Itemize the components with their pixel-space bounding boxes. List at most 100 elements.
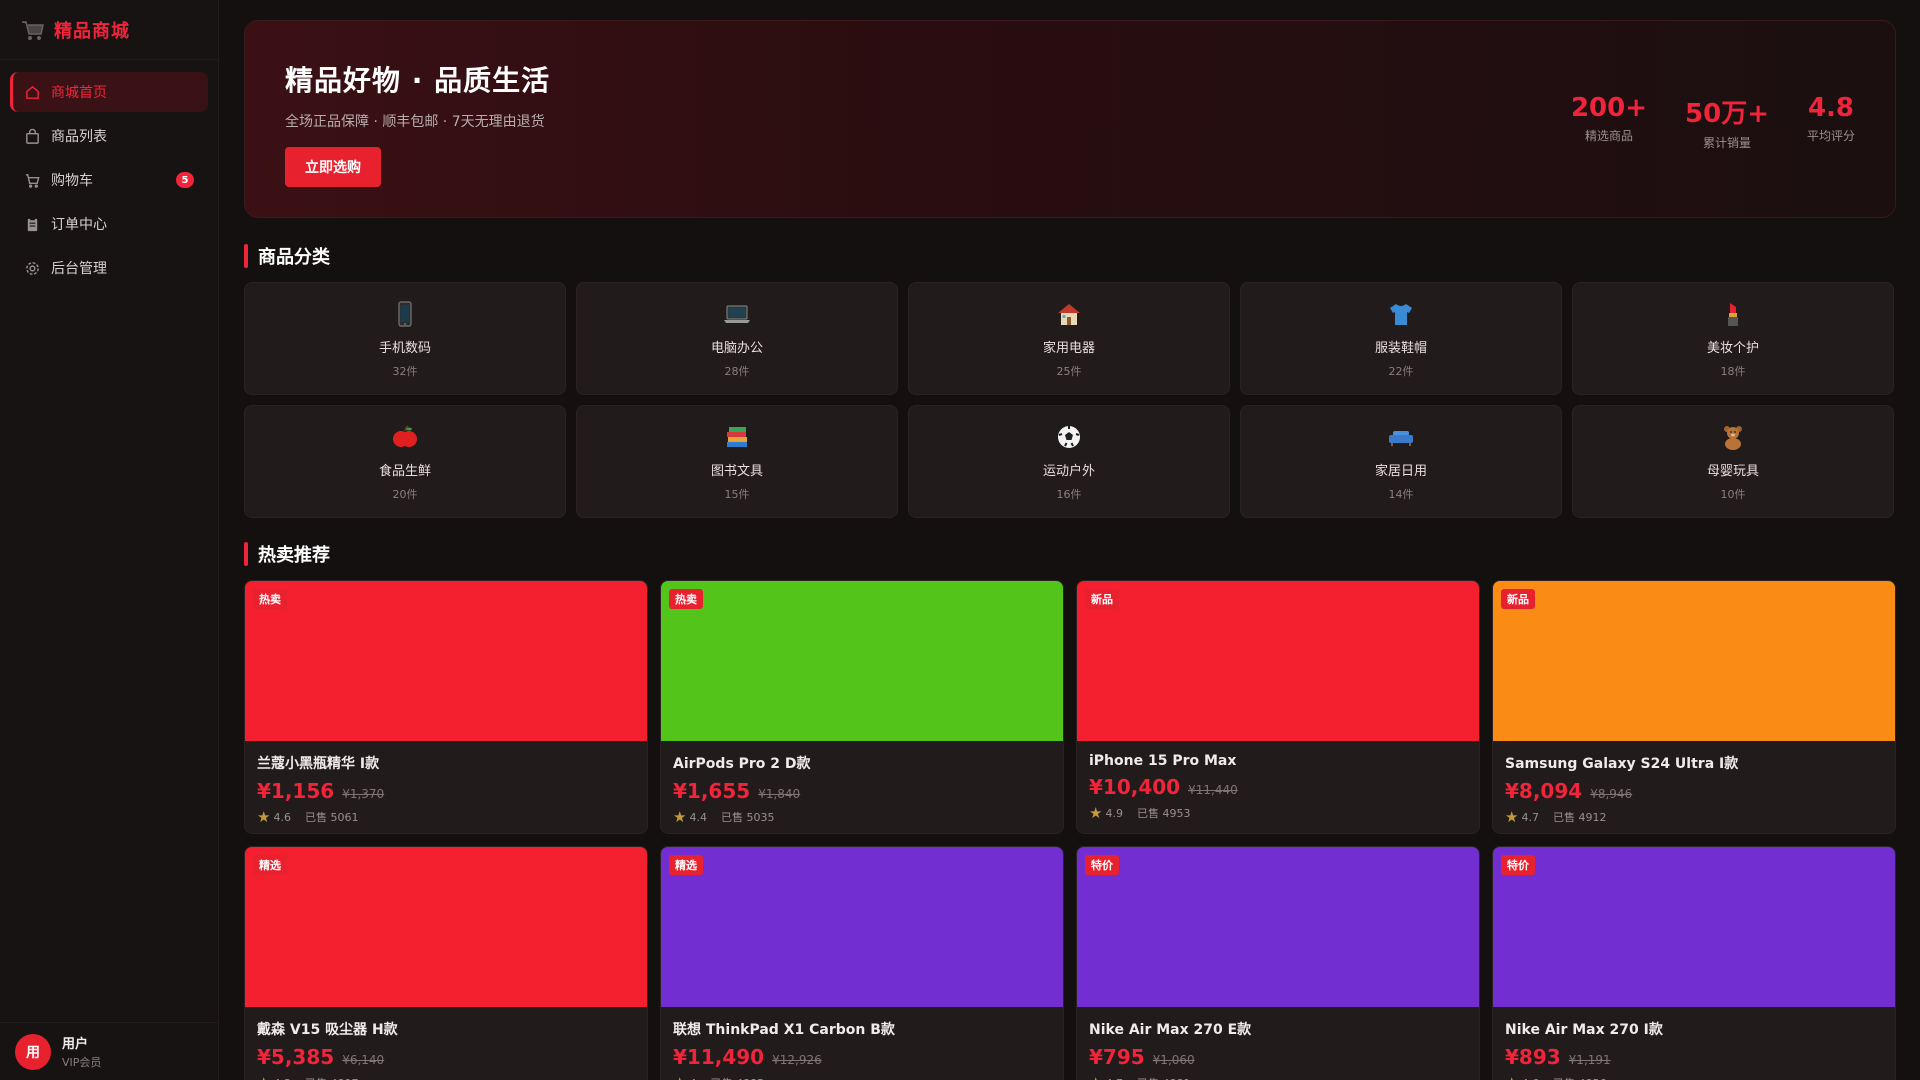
product-image[interactable]: 精选 (661, 847, 1063, 1007)
product-price: ¥5,385 (257, 1045, 335, 1069)
product-image[interactable]: 热卖 (661, 581, 1063, 741)
product-card[interactable]: 新品 iPhone 15 Pro Max ¥10,400 ¥11,440 ★ 4… (1076, 580, 1480, 834)
product-original-price: ¥1,370 (342, 787, 385, 801)
category-card[interactable]: 美妆个护 18件 (1572, 282, 1894, 395)
product-sold-count: 已售 4881 (1137, 1075, 1191, 1080)
product-tag-badge: 精选 (669, 855, 703, 875)
sidebar-item-label: 购物车 (51, 173, 93, 189)
stat-sales: 50万+ 累计销量 (1685, 93, 1769, 151)
product-name[interactable]: 联想 ThinkPad X1 Carbon B款 (673, 1019, 1051, 1039)
category-card[interactable]: 家用电器 25件 (908, 282, 1230, 395)
category-count: 32件 (392, 365, 418, 378)
product-card[interactable]: 新品 Samsung Galaxy S24 Ultra I款 ¥8,094 ¥8… (1492, 580, 1896, 834)
category-grid: 手机数码 32件 电脑办公 28件 家用电器 25件 服装鞋帽 22件 美妆个护… (244, 282, 1896, 518)
category-name: 电脑办公 (710, 341, 763, 356)
stat-label: 平均评分 (1806, 129, 1855, 143)
books-icon (727, 427, 747, 447)
hero-banner: 精品好物 · 品质生活 全场正品保障 · 顺丰包邮 · 7天无理由退货 立即选购… (244, 20, 1896, 218)
cart-icon (25, 173, 40, 188)
home-icon (26, 85, 39, 99)
product-original-price: ¥6,140 (342, 1053, 385, 1067)
product-name[interactable]: 兰蔻小黑瓶精华 I款 (257, 753, 635, 773)
product-name[interactable]: iPhone 15 Pro Max (1089, 753, 1467, 769)
sidebar-item-cart[interactable]: 购物车 5 (10, 160, 208, 200)
product-card[interactable]: 特价 Nike Air Max 270 E款 ¥795 ¥1,060 ★ 4.7… (1076, 846, 1480, 1080)
product-sold-count: 已售 4953 (1136, 807, 1191, 820)
stat-value: 4.8 (1807, 93, 1855, 123)
user-profile[interactable]: 用 用户 VIP会员 (0, 1022, 219, 1080)
sidebar-item-orders[interactable]: 订单中心 (10, 204, 208, 244)
star-icon: ★ (673, 1075, 686, 1080)
category-count: 25件 (1056, 365, 1082, 378)
product-tag-badge: 新品 (1085, 589, 1119, 609)
stat-label: 累计销量 (1702, 136, 1751, 150)
tshirt-icon (1390, 304, 1412, 325)
product-image[interactable]: 精选 (245, 847, 647, 1007)
shop-now-button[interactable]: 立即选购 (285, 147, 381, 187)
sidebar-item-admin[interactable]: 后台管理 (10, 248, 208, 288)
star-icon: ★ (1505, 1075, 1518, 1080)
product-price: ¥11,490 (673, 1045, 765, 1069)
sidebar-item-products[interactable]: 商品列表 (10, 116, 208, 156)
sidebar-nav: 商城首页 商品列表 购物车 5 订单中心 后台管理 (0, 60, 218, 304)
product-name[interactable]: AirPods Pro 2 D款 (673, 753, 1051, 773)
product-price: ¥1,655 (673, 779, 751, 803)
product-image[interactable]: 特价 (1493, 847, 1895, 1007)
product-rating: 4.9 (1105, 806, 1123, 820)
product-grid: 热卖 兰蔻小黑瓶精华 I款 ¥1,156 ¥1,370 ★ 4.6 已售 506… (244, 580, 1896, 1080)
apple-icon (393, 425, 417, 447)
hero-stats: 200+ 精选商品 50万+ 累计销量 4.8 平均评分 (1571, 93, 1855, 151)
product-card[interactable]: 精选 戴森 V15 吸尘器 H款 ¥5,385 ¥6,140 ★ 4.3 已售 … (244, 846, 648, 1080)
category-card[interactable]: 家居日用 14件 (1240, 405, 1562, 518)
product-card[interactable]: 热卖 兰蔻小黑瓶精华 I款 ¥1,156 ¥1,370 ★ 4.6 已售 506… (244, 580, 648, 834)
product-name[interactable]: Nike Air Max 270 E款 (1089, 1019, 1467, 1039)
category-count: 18件 (1720, 365, 1746, 378)
cart-count-badge: 5 (176, 172, 194, 188)
product-original-price: ¥12,926 (772, 1053, 822, 1067)
category-name: 家用电器 (1042, 341, 1095, 356)
category-count: 14件 (1388, 488, 1414, 501)
product-price: ¥1,156 (257, 779, 335, 803)
product-image[interactable]: 新品 (1493, 581, 1895, 741)
category-card[interactable]: 服装鞋帽 22件 (1240, 282, 1562, 395)
star-icon: ★ (257, 1075, 270, 1080)
category-card[interactable]: 图书文具 15件 (576, 405, 898, 518)
category-name: 食品生鲜 (378, 464, 431, 479)
product-name[interactable]: Nike Air Max 270 I款 (1505, 1019, 1883, 1039)
product-card[interactable]: 热卖 AirPods Pro 2 D款 ¥1,655 ¥1,840 ★ 4.4 … (660, 580, 1064, 834)
category-card[interactable]: 食品生鲜 20件 (244, 405, 566, 518)
product-card[interactable]: 精选 联想 ThinkPad X1 Carbon B款 ¥11,490 ¥12,… (660, 846, 1064, 1080)
laptop-icon (724, 305, 750, 323)
product-original-price: ¥1,060 (1152, 1053, 1195, 1067)
category-name: 母婴玩具 (1706, 464, 1759, 479)
product-card[interactable]: 特价 Nike Air Max 270 I款 ¥893 ¥1,191 ★ 4.6… (1492, 846, 1896, 1080)
category-card[interactable]: 运动户外 16件 (908, 405, 1230, 518)
product-price: ¥10,400 (1089, 775, 1181, 799)
category-name: 服装鞋帽 (1374, 341, 1427, 356)
product-original-price: ¥1,191 (1568, 1053, 1611, 1067)
sidebar-item-label: 后台管理 (51, 261, 107, 277)
product-price: ¥893 (1505, 1045, 1561, 1069)
product-sold-count: 已售 4897 (305, 1075, 359, 1080)
product-image[interactable]: 热卖 (245, 581, 647, 741)
star-icon: ★ (1505, 807, 1519, 826)
brand[interactable]: 精品商城 (0, 0, 218, 60)
product-name[interactable]: Samsung Galaxy S24 Ultra I款 (1505, 753, 1883, 773)
product-name[interactable]: 戴森 V15 吸尘器 H款 (257, 1019, 635, 1039)
category-card[interactable]: 电脑办公 28件 (576, 282, 898, 395)
product-rating: 4 (689, 1077, 696, 1080)
category-card[interactable]: 母婴玩具 10件 (1572, 405, 1894, 518)
category-card[interactable]: 手机数码 32件 (244, 282, 566, 395)
brand-name: 精品商城 (54, 20, 130, 42)
product-image[interactable]: 新品 (1077, 581, 1479, 741)
sidebar-item-home[interactable]: 商城首页 (10, 72, 208, 112)
product-tag-badge: 热卖 (669, 589, 703, 609)
hot-products-heading: 热卖推荐 (244, 542, 1896, 566)
gear-icon (26, 261, 39, 275)
sidebar-item-label: 商品列表 (51, 129, 107, 145)
soccer-ball-icon (1058, 426, 1080, 448)
product-original-price: ¥11,440 (1188, 783, 1238, 797)
product-image[interactable]: 特价 (1077, 847, 1479, 1007)
star-icon: ★ (1089, 1075, 1102, 1080)
product-original-price: ¥1,840 (758, 787, 801, 801)
